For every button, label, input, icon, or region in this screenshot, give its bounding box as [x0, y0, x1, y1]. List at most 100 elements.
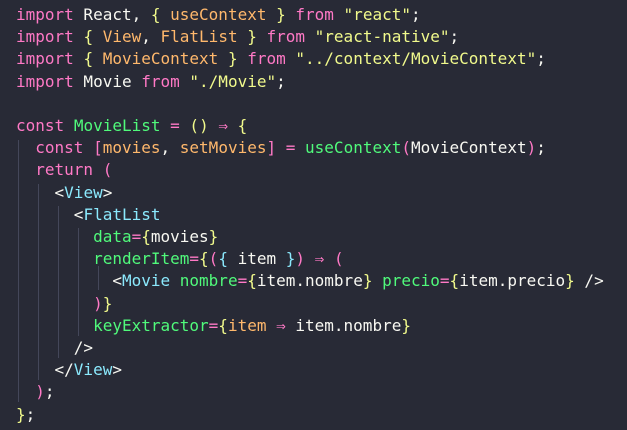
code-token: }: [276, 5, 286, 24]
code-token: ;: [44, 382, 55, 402]
code-token: =: [160, 116, 190, 135]
code-token: "./Movie": [189, 71, 277, 91]
code-token: ): [295, 249, 306, 269]
code-token: {: [449, 271, 460, 291]
code-token: precio: [372, 271, 440, 291]
code-token: }: [227, 49, 238, 69]
code-token: "react-native": [314, 27, 450, 47]
code-token: useContext: [305, 138, 402, 158]
code-token: (: [333, 249, 344, 269]
code-token: (: [401, 138, 411, 158]
code-line: return (: [16, 159, 112, 181]
code-token: [: [93, 138, 103, 158]
code-token: }: [208, 227, 219, 246]
code-line: data={movies}: [16, 226, 218, 248]
code-token: }: [102, 293, 113, 313]
code-token: (: [189, 116, 200, 135]
code-token: ⇒: [208, 116, 238, 135]
code-token: from: [256, 27, 315, 47]
code-token: {: [237, 116, 248, 135]
code-token: React,: [73, 5, 151, 24]
code-token: ,: [160, 138, 180, 158]
code-line: )}: [16, 293, 112, 315]
code-token: import: [16, 49, 74, 69]
code-line: import { View, FlatList } from "react-na…: [16, 26, 459, 48]
code-token: ): [199, 116, 209, 135]
code-token: >: [102, 182, 113, 202]
code-token: }: [16, 404, 26, 424]
code-token: import: [16, 71, 74, 91]
code-token: =: [189, 249, 200, 269]
code-token: item.nombre: [256, 271, 363, 291]
code-token: <: [54, 182, 65, 202]
code-line: import Movie from "./Movie";: [16, 71, 286, 93]
code-line: renderItem={({ item }) ⇒ (: [16, 248, 344, 270]
code-token: item: [227, 315, 267, 335]
code-token: ]: [266, 138, 277, 158]
code-token: {: [218, 315, 228, 335]
code-token: renderItem: [93, 249, 190, 269]
code-editor[interactable]: import React, { useContext } from "react…: [0, 0, 627, 430]
code-token: useContext: [170, 5, 267, 24]
code-line: );: [16, 381, 55, 403]
code-token: =: [208, 315, 219, 335]
code-line: keyExtractor={item ⇒ item.nombre}: [16, 315, 411, 337]
code-line: };: [16, 404, 35, 426]
code-line: const MovieList = () ⇒ {: [16, 115, 247, 137]
code-token: {: [150, 5, 161, 24]
code-token: return: [35, 160, 94, 180]
code-token: movies: [150, 227, 209, 246]
code-token: setMovies: [179, 138, 267, 158]
code-token: ;: [536, 138, 546, 158]
code-token: ): [93, 293, 103, 313]
code-token: movies: [102, 138, 161, 158]
code-token: }: [401, 315, 411, 335]
code-token: ⇒: [305, 249, 334, 269]
code-token: />: [574, 271, 604, 291]
code-token: FlatList: [160, 27, 238, 47]
code-token: >: [112, 360, 122, 380]
code-token: ;: [25, 404, 36, 424]
code-line: import { MovieContext } from "../context…: [16, 48, 546, 70]
code-token: ,: [141, 27, 161, 47]
code-token: <: [112, 271, 122, 291]
code-token: }: [565, 271, 575, 291]
code-token: keyExtractor: [93, 315, 209, 335]
code-token: {: [218, 249, 228, 269]
code-token: import: [16, 5, 74, 24]
code-line: <Movie nombre={item.nombre} precio={item…: [16, 270, 604, 292]
code-token: from: [237, 49, 296, 69]
code-token: ): [526, 138, 537, 158]
code-token: Movie: [121, 271, 171, 291]
code-token: (: [102, 160, 113, 180]
code-token: ): [35, 382, 45, 402]
code-token: ;: [276, 71, 286, 91]
code-token: from: [141, 71, 180, 91]
code-token: />: [73, 338, 94, 357]
code-token: =: [439, 271, 450, 291]
code-token: {: [199, 249, 209, 269]
code-token: }: [247, 27, 257, 47]
code-token: }: [285, 249, 296, 269]
code-token: item: [227, 249, 286, 269]
code-token: const: [35, 138, 84, 158]
code-token: View: [102, 27, 142, 47]
code-token: (: [208, 249, 219, 269]
code-token: =: [237, 271, 248, 291]
code-token: const: [16, 116, 65, 135]
code-token: ;: [449, 27, 460, 47]
